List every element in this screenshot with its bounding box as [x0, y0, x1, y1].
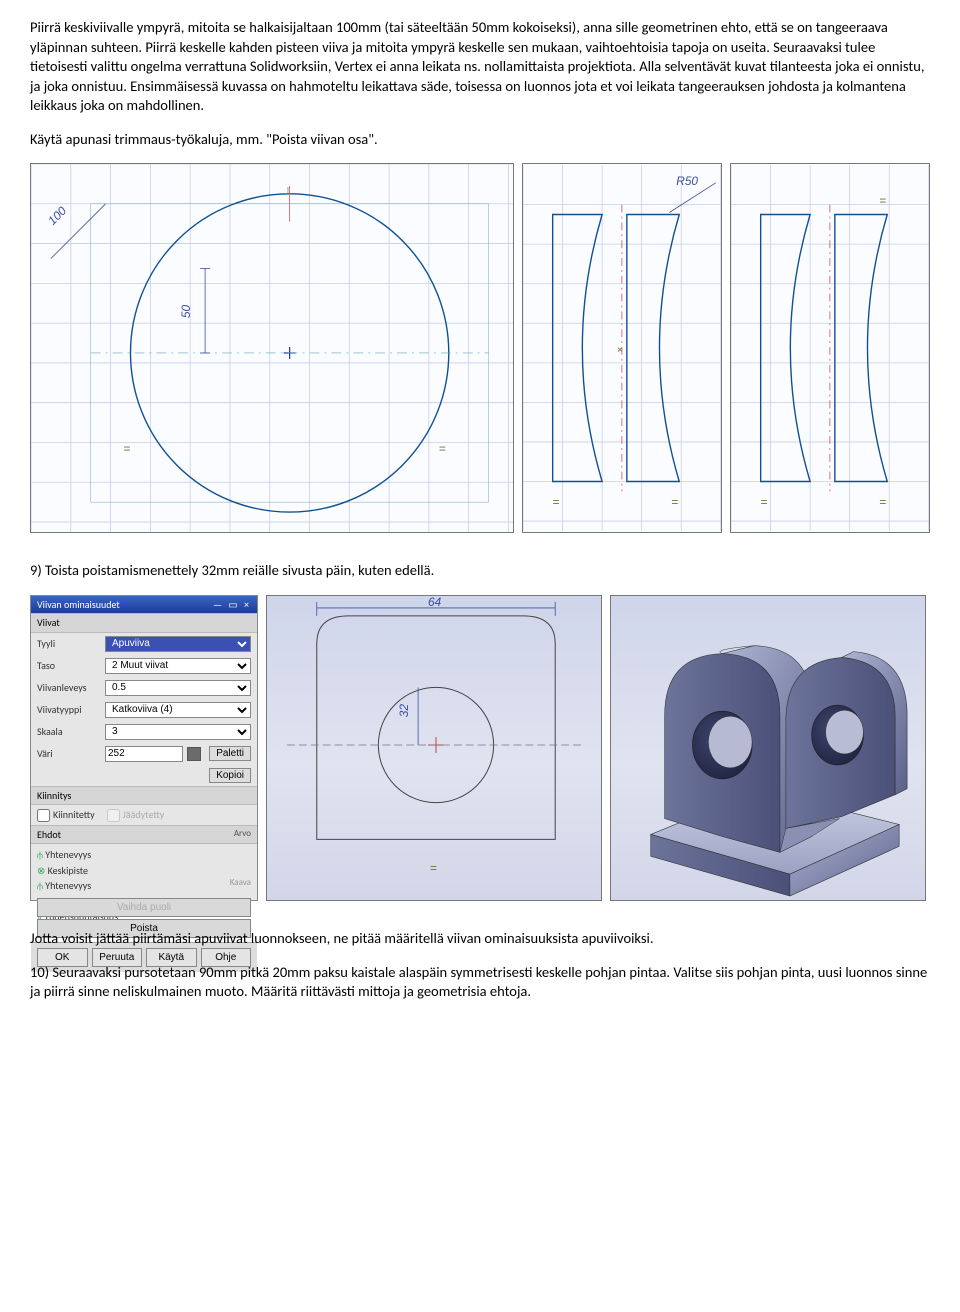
dim-32: 32: [397, 704, 411, 718]
equal-mark: =: [439, 442, 446, 456]
dim-50: 50: [179, 305, 193, 319]
center-mark: ×: [617, 345, 623, 356]
equal-mark: =: [880, 194, 887, 208]
label-vari: Väri: [37, 747, 101, 761]
equal-mark: =: [430, 861, 437, 875]
dim-r50: R50: [677, 174, 699, 188]
sketch-middle: R50 = = ×: [522, 163, 722, 533]
label-viivanleveys: Viivanleveys: [37, 681, 101, 695]
label-tyyli: Tyyli: [37, 637, 101, 651]
line-properties-panel: Viivan ominaisuudet — ▭ × Viivat Tyyli A…: [30, 595, 258, 901]
sketch-circle: 100 50 = = ⊥: [30, 163, 514, 533]
button-kopioi[interactable]: Kopioi: [209, 768, 251, 783]
figure-row-1: 100 50 = = ⊥ R50 =: [30, 163, 930, 533]
panel-titlebar: Viivan ominaisuudet — ▭ ×: [31, 596, 257, 614]
button-vaihda-puoli[interactable]: Vaihda puoli: [37, 898, 251, 917]
panel-title: Viivan ominaisuudet: [37, 598, 120, 612]
checkbox-kiinnitetty[interactable]: Kiinnitetty: [37, 808, 95, 822]
select-skaala[interactable]: 3: [105, 724, 251, 740]
equal-mark: =: [553, 496, 560, 510]
select-viivanleveys[interactable]: 0.5: [105, 680, 251, 696]
panel-section-kiinnitys: Kiinnitys: [31, 786, 257, 806]
button-paletti[interactable]: Paletti: [209, 746, 251, 761]
constraints-list: ⫛ Yhtenevyys ⊗ Keskipiste ⫛ Yhtenevyys ⊗…: [31, 844, 257, 892]
panel-section-viivat: Viivat: [31, 613, 257, 633]
equal-mark: =: [672, 496, 679, 510]
window-buttons[interactable]: — ▭ ×: [213, 598, 251, 612]
select-tyyli[interactable]: Apuviiva: [105, 636, 251, 652]
paragraph-4: Jotta voisit jättää piirtämäsi apuviivat…: [30, 929, 930, 949]
paragraph-2: Käytä apunasi trimmaus-työkaluja, mm. "P…: [30, 130, 930, 150]
label-skaala: Skaala: [37, 725, 101, 739]
equal-mark: =: [761, 496, 768, 510]
label-taso: Taso: [37, 659, 101, 673]
paragraph-3: 9) Toista poistamismenettely 32mm reiäll…: [30, 561, 930, 581]
sketch-hole-top: 64 32 =: [266, 595, 602, 901]
panel-section-ehdot: EhdotArvo: [31, 825, 257, 845]
list-item[interactable]: ⫛ Yhtenevyys: [37, 847, 251, 863]
dim-64: 64: [428, 596, 442, 609]
equal-mark: =: [124, 442, 131, 456]
label-viivatyyppi: Viivatyyppi: [37, 703, 101, 717]
dim-100: 100: [45, 204, 69, 228]
figure-row-2: Viivan ominaisuudet — ▭ × Viivat Tyyli A…: [30, 595, 930, 901]
equal-mark: =: [880, 496, 887, 510]
3d-view: [610, 595, 926, 901]
sketch-right: = = =: [730, 163, 930, 533]
checkbox-jaadytetty[interactable]: Jäädytetty: [107, 808, 165, 822]
paragraph-1: Piirrä keskiviivalle ympyrä, mitoita se …: [30, 18, 930, 116]
input-vari[interactable]: [105, 746, 183, 762]
select-viivatyyppi[interactable]: Katkoviiva (4): [105, 702, 251, 718]
color-swatch[interactable]: [187, 747, 201, 761]
tangent-mark: ⊥: [284, 186, 293, 197]
select-taso[interactable]: 2 Muut viivat: [105, 658, 251, 674]
paragraph-5: 10) Seuraavaksi pursotetaan 90mm pitkä 2…: [30, 963, 930, 1002]
